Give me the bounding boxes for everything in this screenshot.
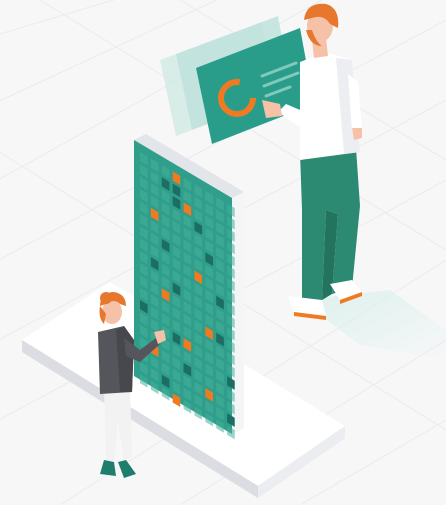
illustration-stage <box>0 0 446 505</box>
floating-cards <box>160 16 314 144</box>
illustration-canvas <box>0 0 446 505</box>
